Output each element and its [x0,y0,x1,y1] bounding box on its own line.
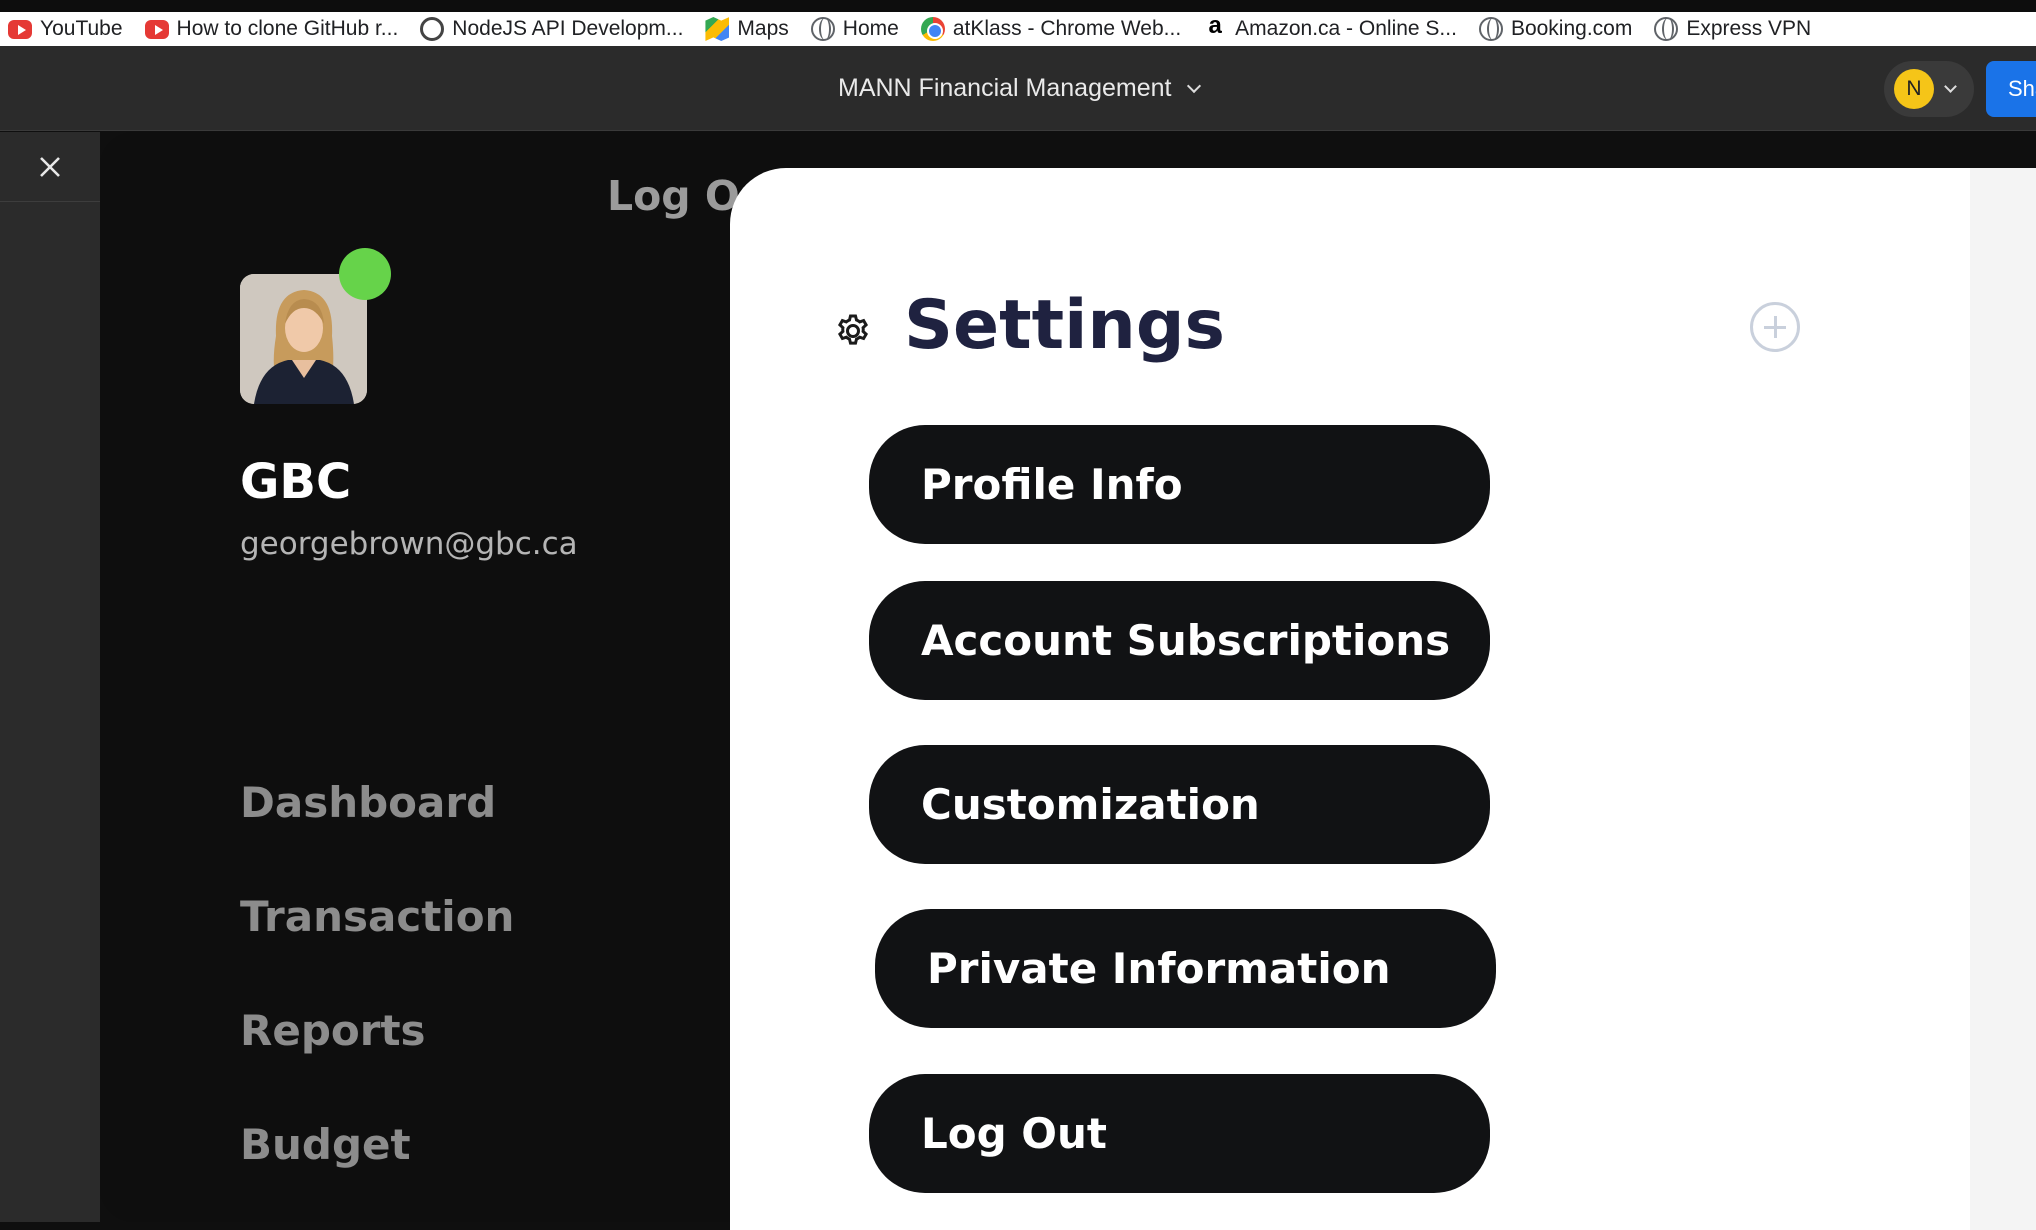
side-panel: Log Out GBC georgebrown@gbc.ca Dashboard… [100,132,800,1222]
bookmark-maps[interactable]: Maps [705,17,789,41]
settings-title: Settings [904,286,1225,365]
bookmark-atklass[interactable]: atKlass - Chrome Web... [920,17,1181,41]
openai-icon [420,17,445,41]
nav-transaction[interactable]: Transaction [240,892,514,941]
nav-reports[interactable]: Reports [240,1006,426,1055]
bookmark-nodejs-api[interactable]: NodeJS API Developm... [420,17,683,41]
maps-icon [705,17,730,41]
gear-icon [838,314,868,345]
close-button[interactable] [0,132,100,202]
close-icon [40,156,60,177]
app-window: YouTube How to clone GitHub r... NodeJS … [0,0,2036,1230]
globe-icon [1478,17,1503,41]
left-rail [0,132,100,1222]
amazon-icon: a [1208,12,1222,39]
settings-card: Settings Profile Info Account Subscripti… [730,168,1970,1230]
bookmark-express-vpn[interactable]: Express VPN [1654,17,1811,41]
profile-email: georgebrown@gbc.ca [240,526,578,562]
youtube-icon [144,19,169,39]
bookmark-amazon[interactable]: a Amazon.ca - Online S... [1203,12,1456,41]
nav-dashboard[interactable]: Dashboard [240,778,496,827]
user-avatar: N [1894,69,1934,109]
chrome-icon [920,17,945,41]
chevron-down-icon [1187,78,1202,93]
bookmark-youtube[interactable]: YouTube [8,17,123,41]
youtube-icon [8,19,32,39]
bookmarks-bar: YouTube How to clone GitHub r... NodeJS … [0,12,2036,46]
bookmark-home[interactable]: Home [810,17,899,41]
bookmark-github-clone[interactable]: How to clone GitHub r... [144,17,398,41]
globe-icon [1654,17,1679,41]
document-title: MANN Financial Management [838,74,1172,102]
customization-button[interactable]: Customization [869,745,1490,864]
add-button[interactable] [1750,302,1800,352]
logout-button[interactable]: Log Out [869,1074,1490,1193]
document-title-dropdown[interactable]: MANN Financial Management [838,74,1202,103]
online-status-dot [339,248,391,300]
share-button[interactable]: Sha [1986,61,2036,117]
app-titlebar: MANN Financial Management N Sha [0,46,2036,131]
account-subscriptions-button[interactable]: Account Subscriptions [869,581,1490,700]
chevron-down-icon [1944,80,1957,93]
card-edge [1970,168,2036,1230]
account-switcher[interactable]: N [1884,61,1974,117]
private-information-button[interactable]: Private Information [875,909,1496,1028]
profile-name: GBC [240,454,352,510]
bookmark-booking[interactable]: Booking.com [1478,17,1632,41]
nav-budget[interactable]: Budget [240,1120,411,1169]
globe-icon [810,17,835,41]
profile-info-button[interactable]: Profile Info [869,425,1490,544]
